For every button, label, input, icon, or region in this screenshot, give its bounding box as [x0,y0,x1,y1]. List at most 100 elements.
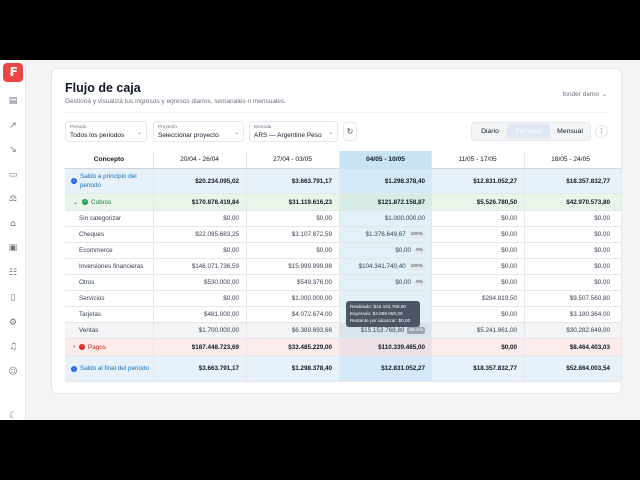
table-cell[interactable]: $0,00 [431,211,523,226]
row-label: i Saldo al final del periodo [65,356,153,381]
users-icon[interactable]: ☷ [7,267,19,279]
table-cell[interactable]: $284.819,50 [431,291,523,306]
settings-icon[interactable]: ⚙ [7,317,19,329]
minus-icon: − [79,344,85,350]
table-cell[interactable]: $5.241.961,00 [431,323,523,338]
table-cell[interactable]: $22.095.683,25 [153,227,245,242]
table-row-pagos[interactable]: › − Pagos $187.448.723,69 $33.485.229,00 $… [65,339,621,356]
table-cell: $187.448.723,69 [153,339,245,355]
table-cell[interactable]: $0,00 [153,243,245,258]
table-cell[interactable]: $0,00 [524,243,616,258]
table-cell[interactable]: $0,00 0% [339,243,431,258]
table-header: Concepto 20/04 - 26/04 27/04 - 03/05 04/… [65,151,621,169]
chevron-right-icon[interactable]: › [73,344,75,350]
user-menu[interactable]: fonder demo ⌄ [562,91,607,98]
column-header[interactable]: 27/04 - 03/05 [246,151,338,168]
table-cell[interactable]: $0,00 [431,307,523,322]
period-label: Periodo [70,125,87,130]
chevron-down-icon: ⌄ [136,130,142,136]
table-cell[interactable]: $1.376.649,67 100% [339,227,431,242]
table-cell[interactable]: $0,00 [431,243,523,258]
cashflow-card: Flujo de caja Gestioná y visualizá tus i… [51,68,622,394]
table-cell[interactable]: $0,00 [246,211,338,226]
table-cell[interactable]: $1.000.000,00 [246,291,338,306]
table-cell: $0,00 [431,339,523,355]
row-label: ⌄ + Cobros [73,198,112,206]
info-icon: i [71,365,77,372]
table-cell[interactable]: $30.282.649,00 [524,323,616,338]
cashflow-table: Concepto 20/04 - 26/04 27/04 - 03/05 04/… [65,151,621,382]
table-cell[interactable]: $0,00 [153,291,245,306]
table-row-cobros[interactable]: ⌄ + Cobros $170.878.419,84 $31.119.616,23 … [65,194,621,211]
currency-select[interactable]: Moneda ARS — Argentine Peso ⌄ [249,121,338,142]
table-cell[interactable]: $1.700.000,00 [153,323,245,338]
scale-icon[interactable]: ⚖ [7,193,19,205]
view-option-semanal[interactable]: Semanal [507,124,550,139]
briefcase-icon[interactable]: ▣ [7,242,19,254]
table-cell[interactable]: $1.000.000,00 [339,211,431,226]
table-cell[interactable]: $0,00 0% [339,275,431,290]
table-cell[interactable]: $0,00 [524,227,616,242]
currency-value: ARS — Argentine Peso [254,132,322,139]
table-cell: $12.831.052,27 [339,356,431,381]
bell-icon[interactable]: ♫ [7,341,19,353]
divider [65,112,608,113]
column-header-current[interactable]: 04/05 - 10/05 [339,151,431,168]
table-cell[interactable]: $0,00 [431,227,523,242]
chevron-down-icon[interactable]: ⌄ [73,199,78,206]
table-cell[interactable]: $146.071.736,59 [153,259,245,274]
trend-down-icon[interactable]: ↘ [7,144,19,156]
progress-badge: 100% [408,231,425,238]
user-icon[interactable]: ☺ [7,366,19,378]
progress-badge: 0% [414,247,425,254]
project-select[interactable]: Proyecto Seleccionar proyecto ⌄ [153,121,244,142]
table-cell[interactable]: $0,00 [524,275,616,290]
table-cell[interactable]: $0,00 [431,275,523,290]
more-icon[interactable]: ⋮ [595,125,608,138]
view-option-diario[interactable]: Diario [473,124,507,139]
table-cell[interactable]: $0,00 [431,259,523,274]
file-icon[interactable]: ▯ [7,292,19,304]
trend-up-icon[interactable]: ↗ [7,120,19,132]
refresh-icon[interactable]: ↻ [343,122,357,141]
row-label: i Saldo a principio del periodo [65,169,153,193]
chevron-down-icon: ⌄ [233,130,239,136]
project-value: Seleccionar proyecto [158,132,219,139]
table-row: Ecommerce $0,00 $0,00 $0,00 0% $0,00 $0,0… [65,243,621,259]
table-cell: $33.485.229,00 [246,339,338,355]
page-title: Flujo de caja [65,81,141,95]
view-toggle: Diario Semanal Mensual [471,122,591,141]
table-cell[interactable]: $0,00 [524,211,616,226]
moon-icon[interactable]: ☾ [7,410,19,420]
table-cell[interactable]: $3.107.872,59 [246,227,338,242]
row-label: Tarjetas [79,311,102,318]
table-cell[interactable]: $9.507.560,80 [524,291,616,306]
table-cell[interactable]: $549.376,00 [246,275,338,290]
page-subtitle: Gestioná y visualizá tus ingresos y egre… [65,98,287,105]
dashboard-icon[interactable]: ▤ [7,95,19,107]
table-cell[interactable]: $0,00 [153,211,245,226]
column-header[interactable]: 18/05 - 24/05 [524,151,616,168]
row-label: Otros [79,279,95,286]
table-row-hovered: Ventas $1.700.000,00 $6.389.693,66 $15.1… [65,323,621,339]
document-icon[interactable]: ▭ [7,169,19,181]
view-option-mensual[interactable]: Mensual [550,124,590,139]
table-cell[interactable]: $530.000,00 [153,275,245,290]
table-cell[interactable]: $3.180.364,00 [524,307,616,322]
table-row: Cheques $22.095.683,25 $3.107.872,59 $1.… [65,227,621,243]
table-cell[interactable]: $0,00 [524,259,616,274]
table-cell[interactable]: $0,00 [246,243,338,258]
table-cell[interactable]: $481.000,00 [153,307,245,322]
column-header[interactable]: 11/05 - 17/05 [431,151,523,168]
table-cell[interactable]: $4.072.674,00 [246,307,338,322]
table-cell: $20.234.095,02 [153,169,245,193]
app-frame: ₣ ▤ ↗ ↘ ▭ ⚖ ⌂ ▣ ☷ ▯ ⚙ ♫ ☺ ☾ Flujo de caj… [0,60,640,420]
table-cell[interactable]: $15.999.999,98 [246,259,338,274]
column-header[interactable]: 20/04 - 26/04 [153,151,245,168]
table-cell[interactable]: $6.389.693,66 [246,323,338,338]
table-cell[interactable]: $104.341.740,40 100% [339,259,431,274]
logo-icon[interactable]: ₣ [3,63,23,82]
table-row: i Saldo a principio del periodo $20.234.0… [65,169,621,194]
bank-icon[interactable]: ⌂ [7,218,19,230]
period-select[interactable]: Periodo Todos los periodos ⌄ [65,121,147,142]
